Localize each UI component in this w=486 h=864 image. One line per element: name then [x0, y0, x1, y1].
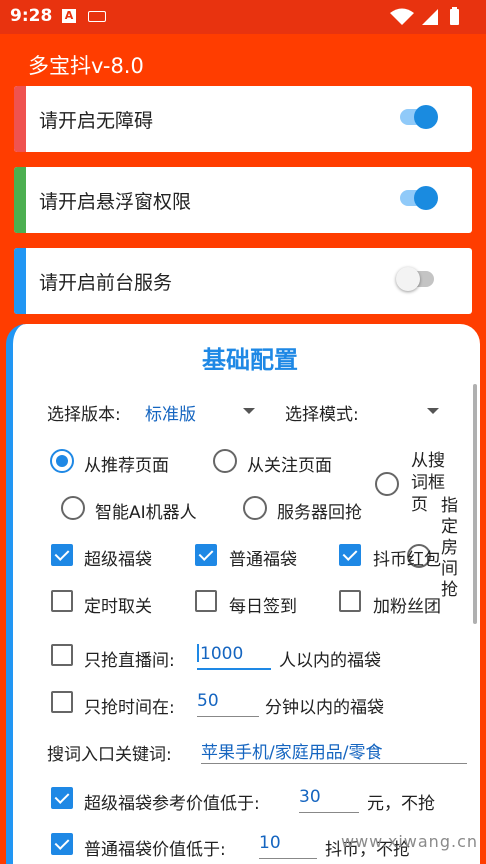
version-select[interactable]: 标准版: [145, 400, 196, 425]
checkbox-label: 加粉丝团: [373, 597, 441, 617]
normal-value-prefix: 普通福袋价值低于:: [84, 840, 226, 860]
permission-foreground-service[interactable]: 请开启前台服务: [14, 248, 472, 314]
permission-accent-bar: [14, 248, 26, 314]
config-title: 基础配置: [202, 346, 298, 374]
checkbox-label: 每日签到: [229, 597, 297, 617]
radio-follow-page[interactable]: [213, 449, 237, 473]
checkbox-super-value[interactable]: [51, 787, 73, 809]
checkbox-live-limit[interactable]: [51, 644, 73, 666]
mode-dropdown-icon[interactable]: [427, 408, 439, 414]
foreground-service-toggle[interactable]: [396, 267, 434, 291]
keywords-label: 搜词入口关键词:: [47, 745, 172, 765]
scrollbar[interactable]: [473, 384, 477, 624]
text-cursor: [197, 644, 199, 662]
keyboard-icon: [88, 11, 106, 22]
checkbox-label: 定时取关: [84, 597, 152, 617]
radio-label: 从关注页面: [247, 456, 332, 476]
status-time: 9:28: [10, 6, 53, 26]
normal-value-input[interactable]: 10: [259, 833, 317, 859]
mode-label: 选择模式:: [285, 405, 359, 425]
checkbox-label: 抖币红包: [373, 550, 441, 570]
checkbox-join-fan-group[interactable]: [339, 590, 361, 612]
toggle-knob: [396, 267, 420, 291]
permission-accent-bar: [14, 86, 26, 152]
radio-label: 智能AI机器人: [95, 503, 197, 523]
wifi-icon: [390, 8, 414, 25]
super-value-suffix: 元，不抢: [367, 794, 435, 814]
super-value-prefix: 超级福袋参考价值低于:: [84, 794, 260, 814]
toggle-knob: [414, 105, 438, 129]
checkbox-coin-redpacket[interactable]: [339, 544, 361, 566]
radio-search-page[interactable]: [375, 472, 399, 496]
live-limit-prefix: 只抢直播间:: [84, 651, 175, 671]
time-limit-suffix: 分钟以内的福袋: [265, 698, 384, 718]
permission-label: 请开启前台服务: [39, 272, 173, 294]
time-limit-prefix: 只抢时间在:: [84, 698, 175, 718]
version-dropdown-icon[interactable]: [243, 408, 255, 414]
radio-recommend-page[interactable]: [50, 449, 74, 473]
basic-config-panel: 基础配置 选择版本: 标准版 选择模式: 从推荐页面 从关注页面 从搜词框页 智…: [6, 324, 480, 864]
live-limit-suffix: 人以内的福袋: [279, 651, 381, 671]
live-limit-value: 1000: [200, 644, 244, 664]
overlay-toggle[interactable]: [400, 186, 438, 210]
status-bar: 9:28 A: [0, 0, 486, 34]
radio-server-retry[interactable]: [243, 496, 267, 520]
checkbox-label: 普通福袋: [229, 550, 297, 570]
permission-overlay[interactable]: 请开启悬浮窗权限: [14, 167, 472, 233]
watermark: www.xiwang.cn: [341, 832, 478, 851]
permission-accent-bar: [14, 167, 26, 233]
notification-icon: A: [62, 9, 76, 23]
app-title: 多宝抖v-8.0: [28, 54, 144, 78]
checkbox-normal-bag[interactable]: [195, 544, 217, 566]
live-limit-input[interactable]: 1000: [197, 644, 271, 670]
checkbox-timed-unfollow[interactable]: [51, 590, 73, 612]
checkbox-super-bag[interactable]: [51, 544, 73, 566]
toggle-knob: [414, 186, 438, 210]
checkbox-time-limit[interactable]: [51, 691, 73, 713]
keywords-input[interactable]: 苹果手机/家庭用品/零食: [201, 738, 467, 764]
checkbox-daily-checkin[interactable]: [195, 590, 217, 612]
checkbox-label: 超级福袋: [84, 550, 152, 570]
super-value-input[interactable]: 30: [299, 787, 359, 813]
version-label: 选择版本:: [47, 405, 121, 425]
permission-label: 请开启悬浮窗权限: [39, 191, 192, 213]
signal-icon: [422, 9, 438, 25]
battery-icon: [450, 9, 459, 25]
checkbox-normal-value[interactable]: [51, 833, 73, 855]
permission-accessibility[interactable]: 请开启无障碍: [14, 86, 472, 152]
radio-ai-robot[interactable]: [61, 496, 85, 520]
radio-label: 指定房间抢: [441, 496, 458, 600]
permission-label: 请开启无障碍: [39, 110, 154, 132]
time-limit-input[interactable]: 50: [197, 691, 259, 717]
accessibility-toggle[interactable]: [400, 105, 438, 129]
radio-label: 服务器回抢: [277, 503, 362, 523]
system-status-icons: [390, 7, 459, 25]
radio-label: 从推荐页面: [84, 456, 169, 476]
